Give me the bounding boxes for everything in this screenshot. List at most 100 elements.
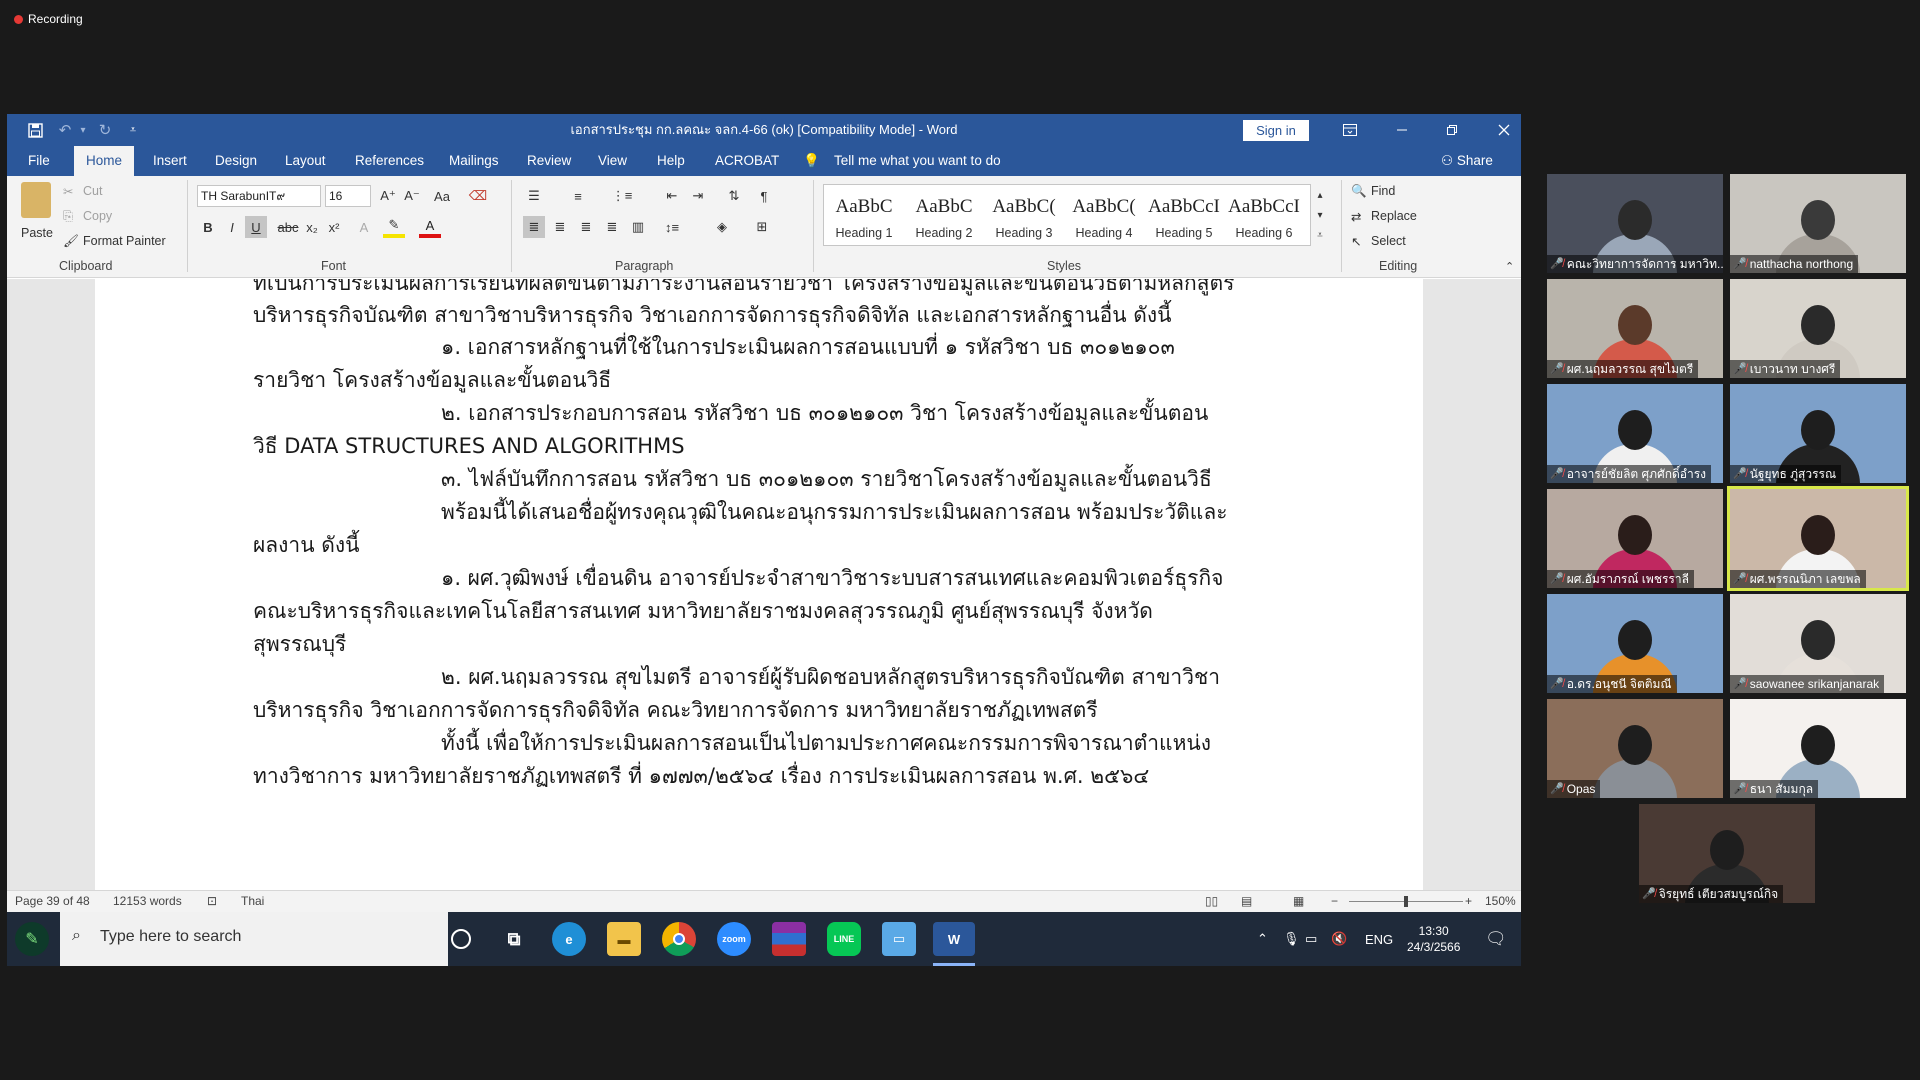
shrink-font-icon[interactable]: A⁻ bbox=[401, 185, 423, 207]
style-heading-3[interactable]: AaBbC( Heading 3 bbox=[984, 185, 1064, 245]
participant-tile[interactable]: 🎤̸ saowanee srikanjanarak bbox=[1730, 594, 1906, 693]
customize-toolbar-icon[interactable]: ⩡ bbox=[119, 114, 147, 146]
sign-in-button[interactable]: Sign in bbox=[1243, 120, 1309, 141]
microphone-icon[interactable]: 🎙 bbox=[1283, 912, 1300, 966]
zoom-percentage[interactable]: 150% bbox=[1485, 894, 1516, 908]
tab-references[interactable]: References bbox=[355, 146, 424, 176]
participant-tile[interactable]: 🎤̸ นัฐยุทธ ภู่สุวรรณ bbox=[1730, 384, 1906, 483]
participant-tile[interactable]: 🎤̸ คณะวิทยาการจัดการ มหาวิท... bbox=[1547, 174, 1723, 273]
paste-button[interactable]: Paste bbox=[21, 226, 53, 240]
collapse-ribbon-icon[interactable]: ⌃ bbox=[1505, 260, 1514, 273]
show-paragraph-marks-icon[interactable]: ¶ bbox=[753, 185, 775, 207]
redo-icon[interactable]: ↻ bbox=[91, 114, 119, 146]
tab-file[interactable]: File bbox=[28, 146, 50, 176]
participant-tile[interactable]: 🎤̸ จิรยุทธ์ เตียวสมบูรณ์กิจ bbox=[1639, 804, 1815, 903]
clear-formatting-icon[interactable]: ⌫ bbox=[467, 185, 489, 207]
tab-mailings[interactable]: Mailings bbox=[449, 146, 499, 176]
borders-icon[interactable]: ⊞ bbox=[751, 216, 773, 238]
find-button[interactable]: Find bbox=[1371, 184, 1395, 198]
proofing-icon[interactable]: ⊡ bbox=[207, 894, 217, 908]
close-icon[interactable] bbox=[1481, 114, 1521, 146]
zoom-out-icon[interactable]: − bbox=[1331, 894, 1338, 908]
file-explorer-icon[interactable]: ▬ bbox=[607, 922, 641, 956]
multilevel-list-icon[interactable]: ⋮≡ bbox=[611, 185, 633, 207]
zoom-slider-thumb[interactable] bbox=[1404, 896, 1408, 907]
numbering-icon[interactable]: ≡ bbox=[567, 185, 589, 207]
participant-tile[interactable]: 🎤̸ Opas bbox=[1547, 699, 1723, 798]
format-painter-button[interactable]: Format Painter bbox=[83, 234, 166, 248]
paste-icon[interactable] bbox=[21, 182, 51, 218]
tell-me-search[interactable]: Tell me what you want to do bbox=[834, 146, 1001, 176]
restore-icon[interactable] bbox=[1429, 114, 1475, 146]
styles-more-icon[interactable]: ⩡ bbox=[1309, 224, 1331, 246]
replace-button[interactable]: Replace bbox=[1371, 209, 1417, 223]
cortana-icon[interactable] bbox=[451, 929, 471, 949]
input-language[interactable]: ENG bbox=[1365, 912, 1393, 966]
task-view-icon[interactable]: ⧉ bbox=[497, 922, 531, 956]
share-button[interactable]: ⚇ Share bbox=[1441, 146, 1493, 176]
align-center-icon[interactable]: ≣ bbox=[549, 216, 571, 238]
tab-view[interactable]: View bbox=[598, 146, 627, 176]
web-layout-icon[interactable]: ▦ bbox=[1293, 894, 1304, 908]
edge-icon[interactable]: e bbox=[552, 922, 586, 956]
tab-help[interactable]: Help bbox=[657, 146, 685, 176]
bullets-icon[interactable]: ☰ bbox=[523, 185, 545, 207]
tab-layout[interactable]: Layout bbox=[285, 146, 326, 176]
increase-indent-icon[interactable]: ⇥ bbox=[687, 185, 709, 207]
style-heading-5[interactable]: AaBbCcI Heading 5 bbox=[1144, 185, 1224, 245]
taskbar-clock[interactable]: 13:30 24/3/2566 bbox=[1407, 912, 1460, 966]
participant-tile[interactable]: 🎤̸ อ.ดร.อนุชนี จิตติมณี bbox=[1547, 594, 1723, 693]
line-spacing-icon[interactable]: ↕≡ bbox=[661, 216, 683, 238]
document-page[interactable]: ที่เป็นการประเมินผลการเรียนที่ผลิตขึ้นตา… bbox=[95, 279, 1423, 890]
save-icon[interactable] bbox=[21, 114, 49, 146]
style-heading-6[interactable]: AaBbCcI Heading 6 bbox=[1224, 185, 1304, 245]
participant-tile[interactable]: 🎤̸ อาจารย์ชัยลิต ศุภศักดิ์อำรง bbox=[1547, 384, 1723, 483]
pictures-icon[interactable]: ▭ bbox=[882, 922, 916, 956]
font-size-dropdown[interactable]: 16 bbox=[325, 185, 371, 207]
font-color-icon[interactable]: A bbox=[419, 216, 441, 238]
participant-tile[interactable]: 🎤̸ เบาวนาท บางศรี bbox=[1730, 279, 1906, 378]
participant-tile[interactable]: 🎤̸ ผศ.นฤมลวรรณ สุขไมตรี bbox=[1547, 279, 1723, 378]
select-button[interactable]: Select bbox=[1371, 234, 1406, 248]
bold-icon[interactable]: B bbox=[197, 216, 219, 238]
print-layout-icon[interactable]: ▤ bbox=[1241, 894, 1252, 908]
align-right-icon[interactable]: ≣ bbox=[575, 216, 597, 238]
show-hidden-icons[interactable]: ⌃ bbox=[1257, 912, 1268, 966]
tab-design[interactable]: Design bbox=[215, 146, 257, 176]
chrome-icon[interactable] bbox=[662, 922, 696, 956]
text-effects-icon[interactable]: A bbox=[353, 216, 375, 238]
line-app-icon[interactable]: LINE bbox=[827, 922, 861, 956]
tab-home[interactable]: Home bbox=[74, 146, 135, 176]
style-heading-2[interactable]: AaBbC Heading 2 bbox=[904, 185, 984, 245]
minimize-icon[interactable] bbox=[1379, 114, 1425, 146]
tab-acrobat[interactable]: ACROBAT bbox=[715, 146, 779, 176]
copy-button[interactable]: Copy bbox=[83, 209, 112, 223]
word-count[interactable]: 12153 words bbox=[113, 894, 182, 908]
sort-icon[interactable]: ⇅ bbox=[723, 185, 745, 207]
zoom-app-icon[interactable]: zoom bbox=[717, 922, 751, 956]
style-heading-1[interactable]: AaBbC Heading 1 bbox=[824, 185, 904, 245]
highlight-icon[interactable]: ✎ bbox=[383, 216, 405, 238]
change-case-icon[interactable]: Aa bbox=[431, 185, 453, 207]
strikethrough-icon[interactable]: abc bbox=[277, 216, 299, 238]
thai-distributed-icon[interactable]: ▥ bbox=[627, 216, 649, 238]
tab-insert[interactable]: Insert bbox=[153, 146, 187, 176]
font-name-dropdown[interactable]: TH SarabunIT๙ bbox=[197, 185, 321, 207]
taskbar-search[interactable]: ⌕ Type here to search bbox=[60, 912, 448, 966]
notifications-icon[interactable]: 🗨 bbox=[1485, 912, 1507, 966]
page-count[interactable]: Page 39 of 48 bbox=[15, 894, 90, 908]
word-app-icon[interactable]: W bbox=[933, 922, 975, 956]
participant-tile[interactable]: 🎤̸ natthacha northong bbox=[1730, 174, 1906, 273]
style-heading-4[interactable]: AaBbC( Heading 4 bbox=[1064, 185, 1144, 245]
participant-tile[interactable]: 🎤̸ ผศ.พรรณนิภา เลขพล bbox=[1727, 486, 1909, 591]
tab-review[interactable]: Review bbox=[527, 146, 571, 176]
volume-muted-icon[interactable]: 🔇 bbox=[1331, 912, 1347, 966]
pen-workspace-icon[interactable]: ✎ bbox=[15, 922, 49, 956]
underline-icon[interactable]: U bbox=[245, 216, 267, 238]
winrar-icon[interactable] bbox=[772, 922, 806, 956]
shading-icon[interactable]: ◈ bbox=[711, 216, 733, 238]
network-icon[interactable]: ▭ bbox=[1305, 912, 1317, 966]
ribbon-display-options-icon[interactable] bbox=[1327, 114, 1373, 146]
cut-button[interactable]: Cut bbox=[83, 184, 102, 198]
decrease-indent-icon[interactable]: ⇤ bbox=[661, 185, 683, 207]
